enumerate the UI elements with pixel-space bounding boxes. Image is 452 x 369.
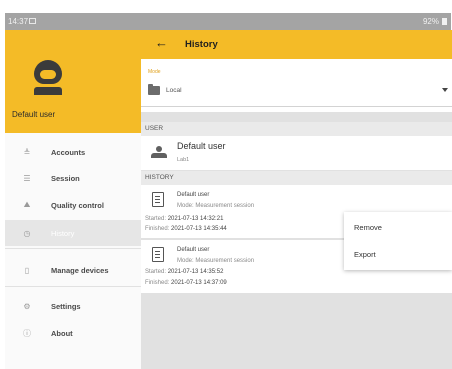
history-user: Default user: [177, 192, 210, 198]
section-header-history: HISTORY: [141, 171, 452, 185]
user-card[interactable]: Default user Lab1: [141, 136, 452, 170]
mode-value: Local: [166, 87, 182, 94]
context-menu: Remove Export: [344, 212, 452, 270]
menu-item-label: Manage devices: [51, 265, 109, 275]
menu-item-manage-devices[interactable]: ▯ Manage devices: [5, 257, 141, 283]
folder-icon: [148, 84, 160, 95]
document-icon: [152, 247, 164, 262]
history-started: Started: 2021-07-13 14:32:21: [145, 216, 223, 222]
info-icon: ⓘ: [23, 328, 31, 338]
app-bar: ← History: [141, 30, 452, 59]
drawer-divider: [5, 248, 141, 249]
section-header-user: USER: [141, 122, 452, 136]
export-menu-item[interactable]: Export: [354, 250, 376, 259]
menu-item-quality-control[interactable]: ⛰ Quality control: [5, 192, 141, 218]
history-mode: Mode: Measurement session: [177, 258, 255, 264]
menu-item-label: History: [51, 228, 75, 238]
status-time: 14:37: [8, 17, 29, 26]
status-right: 92%: [423, 17, 447, 26]
history-finished: Finished: 2021-07-13 14:37:09: [145, 280, 227, 286]
navigation-drawer: ≜ Accounts ☰ Session ⛰ Quality control ◷…: [5, 133, 141, 369]
document-icon: [152, 192, 164, 207]
user-card-name: Default user: [177, 141, 226, 151]
users-icon: [151, 146, 167, 160]
history-user: Default user: [177, 247, 210, 253]
status-bar: 14:37 92%: [5, 13, 451, 30]
mode-label: Mode: [148, 69, 161, 75]
drawer-user-name: Default user: [12, 110, 56, 119]
devices-icon: ▯: [24, 265, 30, 275]
avatar-icon: [34, 60, 62, 98]
finished-label: Finished:: [145, 226, 170, 232]
menu-item-session[interactable]: ☰ Session: [5, 165, 141, 191]
back-arrow-icon[interactable]: ←: [155, 36, 168, 49]
battery-icon: [442, 18, 447, 25]
finished-label: Finished:: [145, 280, 170, 286]
started-value: 2021-07-13 14:35:52: [167, 269, 224, 275]
history-finished: Finished: 2021-07-13 14:35:44: [145, 226, 227, 232]
drawer-divider: [5, 286, 141, 287]
menu-item-accounts[interactable]: ≜ Accounts: [5, 139, 141, 165]
history-icon: ◷: [23, 228, 31, 238]
menu-item-history[interactable]: ◷ History: [5, 220, 141, 246]
quality-control-icon: ⛰: [23, 200, 31, 209]
history-started: Started: 2021-07-13 14:35:52: [145, 269, 223, 275]
page-title: History: [185, 39, 218, 50]
finished-value: 2021-07-13 14:35:44: [171, 226, 227, 232]
field-underline: [141, 106, 452, 107]
mode-select[interactable]: Mode Local: [141, 59, 452, 112]
menu-item-label: Accounts: [51, 147, 86, 157]
session-icon: ☰: [23, 173, 31, 183]
image-notification-icon: [29, 18, 36, 24]
started-label: Started:: [145, 216, 167, 222]
accounts-icon: ≜: [23, 147, 31, 157]
battery-level: 92%: [422, 17, 439, 26]
menu-item-about[interactable]: ⓘ About: [5, 320, 141, 346]
chevron-down-icon[interactable]: [442, 88, 448, 92]
menu-item-label: Settings: [51, 301, 81, 311]
settings-icon: ⚙: [23, 301, 31, 311]
history-mode: Mode: Measurement session: [177, 203, 255, 209]
finished-value: 2021-07-13 14:37:09: [171, 280, 227, 286]
menu-item-label: Quality control: [51, 200, 104, 210]
user-card-location: Lab1: [177, 157, 190, 163]
remove-menu-item[interactable]: Remove: [354, 223, 382, 232]
menu-item-label: Session: [51, 173, 80, 183]
started-value: 2021-07-13 14:32:21: [167, 216, 224, 222]
menu-item-label: About: [51, 328, 73, 338]
started-label: Started:: [145, 269, 167, 275]
menu-item-settings[interactable]: ⚙ Settings: [5, 293, 141, 319]
